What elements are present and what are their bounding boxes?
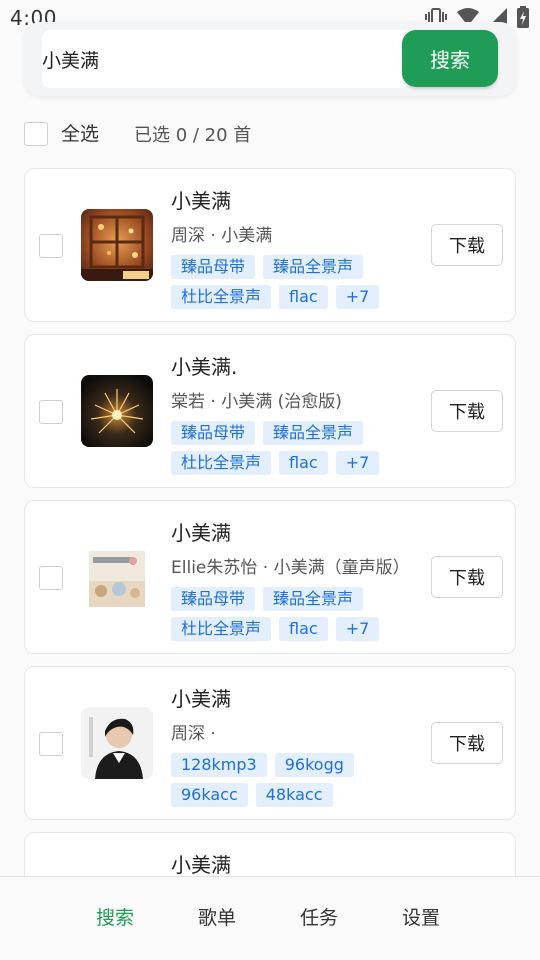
song-checkbox[interactable] (39, 566, 63, 590)
song-title: 小美满 (171, 853, 231, 876)
quality-tag: flac (279, 451, 328, 475)
search-button[interactable]: 搜索 (402, 30, 498, 87)
nav-tab-tasks[interactable]: 任务 (300, 903, 338, 930)
quality-tag: 96kacc (171, 783, 248, 807)
select-all-row: 全选 已选 0 / 20 首 (24, 118, 424, 148)
more-tags-badge[interactable]: +7 (335, 285, 380, 309)
song-title: 小美满 (171, 687, 231, 711)
song-card: 小美满 周深 · 小美满 臻品母带 臻品全景声 杜比全景声 flac +7 下载 (24, 168, 516, 322)
select-all-checkbox[interactable] (24, 122, 48, 146)
quality-tag: 臻品全景声 (263, 255, 364, 279)
quality-tag: 臻品母带 (171, 421, 256, 445)
album-cover (81, 375, 153, 447)
quality-tag: 臻品全景声 (263, 421, 364, 445)
battery-charging-icon (516, 6, 530, 28)
selected-count: 已选 0 / 20 首 (134, 125, 252, 146)
more-tags-badge[interactable]: +7 (335, 451, 380, 475)
album-cover (81, 707, 153, 779)
song-checkbox[interactable] (39, 400, 63, 424)
nav-tab-playlists[interactable]: 歌单 (198, 903, 236, 930)
quality-tag: 128kmp3 (171, 753, 267, 777)
song-card: 小美满. 棠若 · 小美满 (治愈版) 臻品母带 臻品全景声 杜比全景声 fla… (24, 334, 516, 488)
app-root: 4:00 小美满 搜索 全选 已选 0 / 20 首 小美满 周深 · 小美满 … (0, 0, 540, 960)
download-button[interactable]: 下载 (431, 722, 503, 764)
quality-tag: flac (279, 285, 328, 309)
song-checkbox[interactable] (39, 234, 63, 258)
more-tags-badge[interactable]: +7 (335, 617, 380, 641)
song-card: 小美满 周深 · 128kmp3 96kogg 96kacc 48kacc 下载 (24, 666, 516, 820)
quality-tag: 96kogg (274, 753, 354, 777)
quality-tag: 臻品母带 (171, 587, 256, 611)
search-bar: 搜索 (24, 22, 516, 96)
song-meta: 周深 · (171, 724, 216, 744)
nav-tab-search[interactable]: 搜索 (96, 903, 134, 930)
quality-tags: 128kmp3 96kogg 96kacc 48kacc (171, 753, 411, 813)
song-title: 小美满. (171, 355, 238, 379)
quality-tags: 臻品母带 臻品全景声 杜比全景声 flac +7 (171, 421, 411, 481)
quality-tag: 杜比全景声 (171, 285, 272, 309)
quality-tag: 臻品母带 (171, 255, 256, 279)
song-card: 小美满 (24, 832, 516, 876)
song-meta: 棠若 · 小美满 (治愈版) (171, 392, 342, 412)
song-title: 小美满 (171, 521, 231, 545)
nav-tab-settings[interactable]: 设置 (402, 903, 440, 930)
download-button[interactable]: 下载 (431, 390, 503, 432)
bottom-nav: 搜索 歌单 任务 设置 (0, 876, 540, 960)
quality-tag: 48kacc (255, 783, 333, 807)
song-title: 小美满 (171, 189, 231, 213)
song-checkbox[interactable] (39, 732, 63, 756)
quality-tag: 杜比全景声 (171, 617, 272, 641)
song-meta: Ellie朱苏怡 · 小美满（童声版） (171, 558, 410, 578)
quality-tag: flac (279, 617, 328, 641)
search-input[interactable] (42, 30, 410, 88)
select-all-label[interactable]: 全选 (61, 119, 99, 146)
quality-tag: 杜比全景声 (171, 451, 272, 475)
quality-tag: 臻品全景声 (263, 587, 364, 611)
song-card: 小美满 Ellie朱苏怡 · 小美满（童声版） 臻品母带 臻品全景声 杜比全景声… (24, 500, 516, 654)
album-cover (81, 541, 153, 613)
quality-tags: 臻品母带 臻品全景声 杜比全景声 flac +7 (171, 255, 411, 315)
result-list[interactable]: 小美满 周深 · 小美满 臻品母带 臻品全景声 杜比全景声 flac +7 下载 (24, 168, 516, 876)
download-button[interactable]: 下载 (431, 224, 503, 266)
song-meta: 周深 · 小美满 (171, 226, 273, 246)
album-cover (81, 209, 153, 281)
download-button[interactable]: 下载 (431, 556, 503, 598)
quality-tags: 臻品母带 臻品全景声 杜比全景声 flac +7 (171, 587, 411, 647)
